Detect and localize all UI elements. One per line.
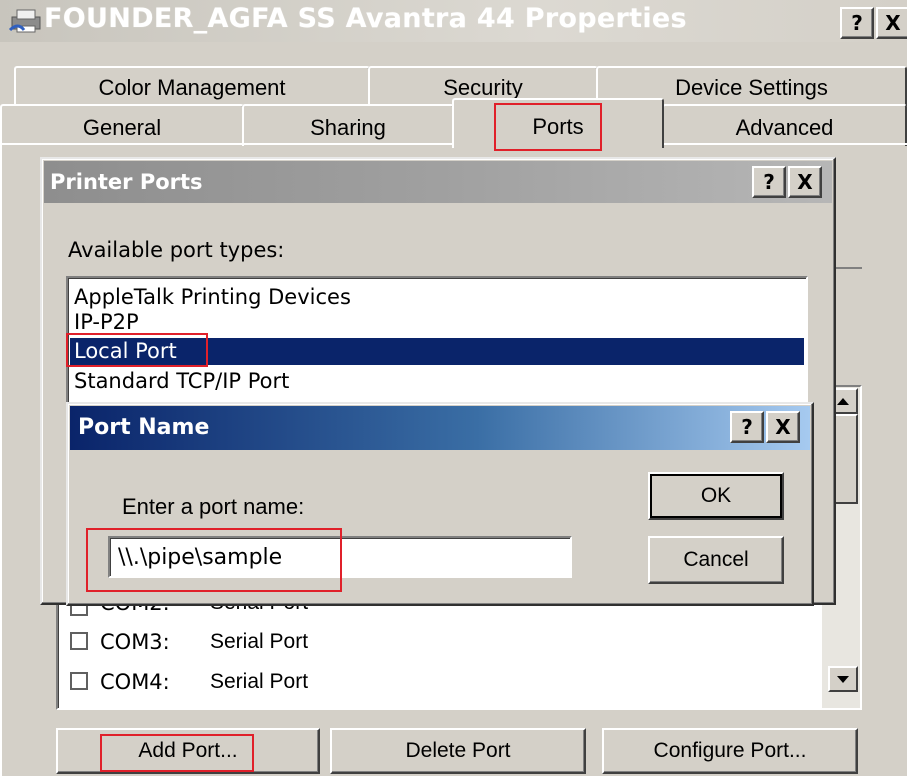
printer-icon: [8, 9, 41, 33]
ok-button[interactable]: OK: [648, 472, 784, 520]
panel-divider: [832, 267, 862, 269]
list-item[interactable]: IP-P2P: [72, 309, 802, 336]
printer-ports-title: Printer Ports: [50, 170, 203, 194]
port-name: COM4:: [100, 670, 170, 694]
checkbox[interactable]: [70, 672, 88, 690]
port-description: Serial Port: [210, 670, 309, 693]
tab-sharing[interactable]: Sharing: [242, 104, 454, 146]
cancel-button[interactable]: Cancel: [648, 536, 784, 584]
printer-ports-help-button[interactable]: ?: [752, 166, 786, 198]
port-row-com4[interactable]: COM4: Serial Port: [66, 668, 366, 698]
port-description: Serial Port: [210, 630, 309, 653]
arrow-down-icon: [837, 676, 849, 683]
help-button[interactable]: ?: [840, 7, 874, 39]
port-name: COM3:: [100, 630, 170, 654]
port-name-close-button[interactable]: X: [766, 411, 800, 443]
scroll-down-button[interactable]: [828, 666, 858, 692]
ports-tab-highlight: [494, 103, 602, 151]
port-name-help-button[interactable]: ?: [730, 411, 764, 443]
port-name-input-highlight: [86, 528, 342, 592]
tab-advanced[interactable]: Advanced: [662, 104, 907, 146]
close-button[interactable]: X: [876, 7, 907, 39]
add-port-highlight: [100, 734, 254, 772]
port-row-com3[interactable]: COM3: Serial Port: [66, 628, 366, 658]
list-item[interactable]: Standard TCP/IP Port: [72, 368, 802, 395]
delete-port-button[interactable]: Delete Port: [330, 728, 586, 774]
port-name-title: Port Name: [78, 415, 210, 440]
available-port-types-label: Available port types:: [68, 238, 285, 262]
printer-ports-close-button[interactable]: X: [788, 166, 822, 198]
enter-port-name-label: Enter a port name:: [122, 494, 305, 519]
local-port-highlight: [66, 333, 208, 367]
configure-port-button[interactable]: Configure Port...: [602, 728, 858, 774]
list-item[interactable]: AppleTalk Printing Devices: [72, 284, 802, 311]
window-title: FOUNDER_AGFA SS Avantra 44 Properties: [44, 3, 687, 34]
tab-general[interactable]: General: [0, 104, 244, 146]
tab-color-management[interactable]: Color Management: [14, 66, 370, 106]
checkbox[interactable]: [70, 632, 88, 650]
